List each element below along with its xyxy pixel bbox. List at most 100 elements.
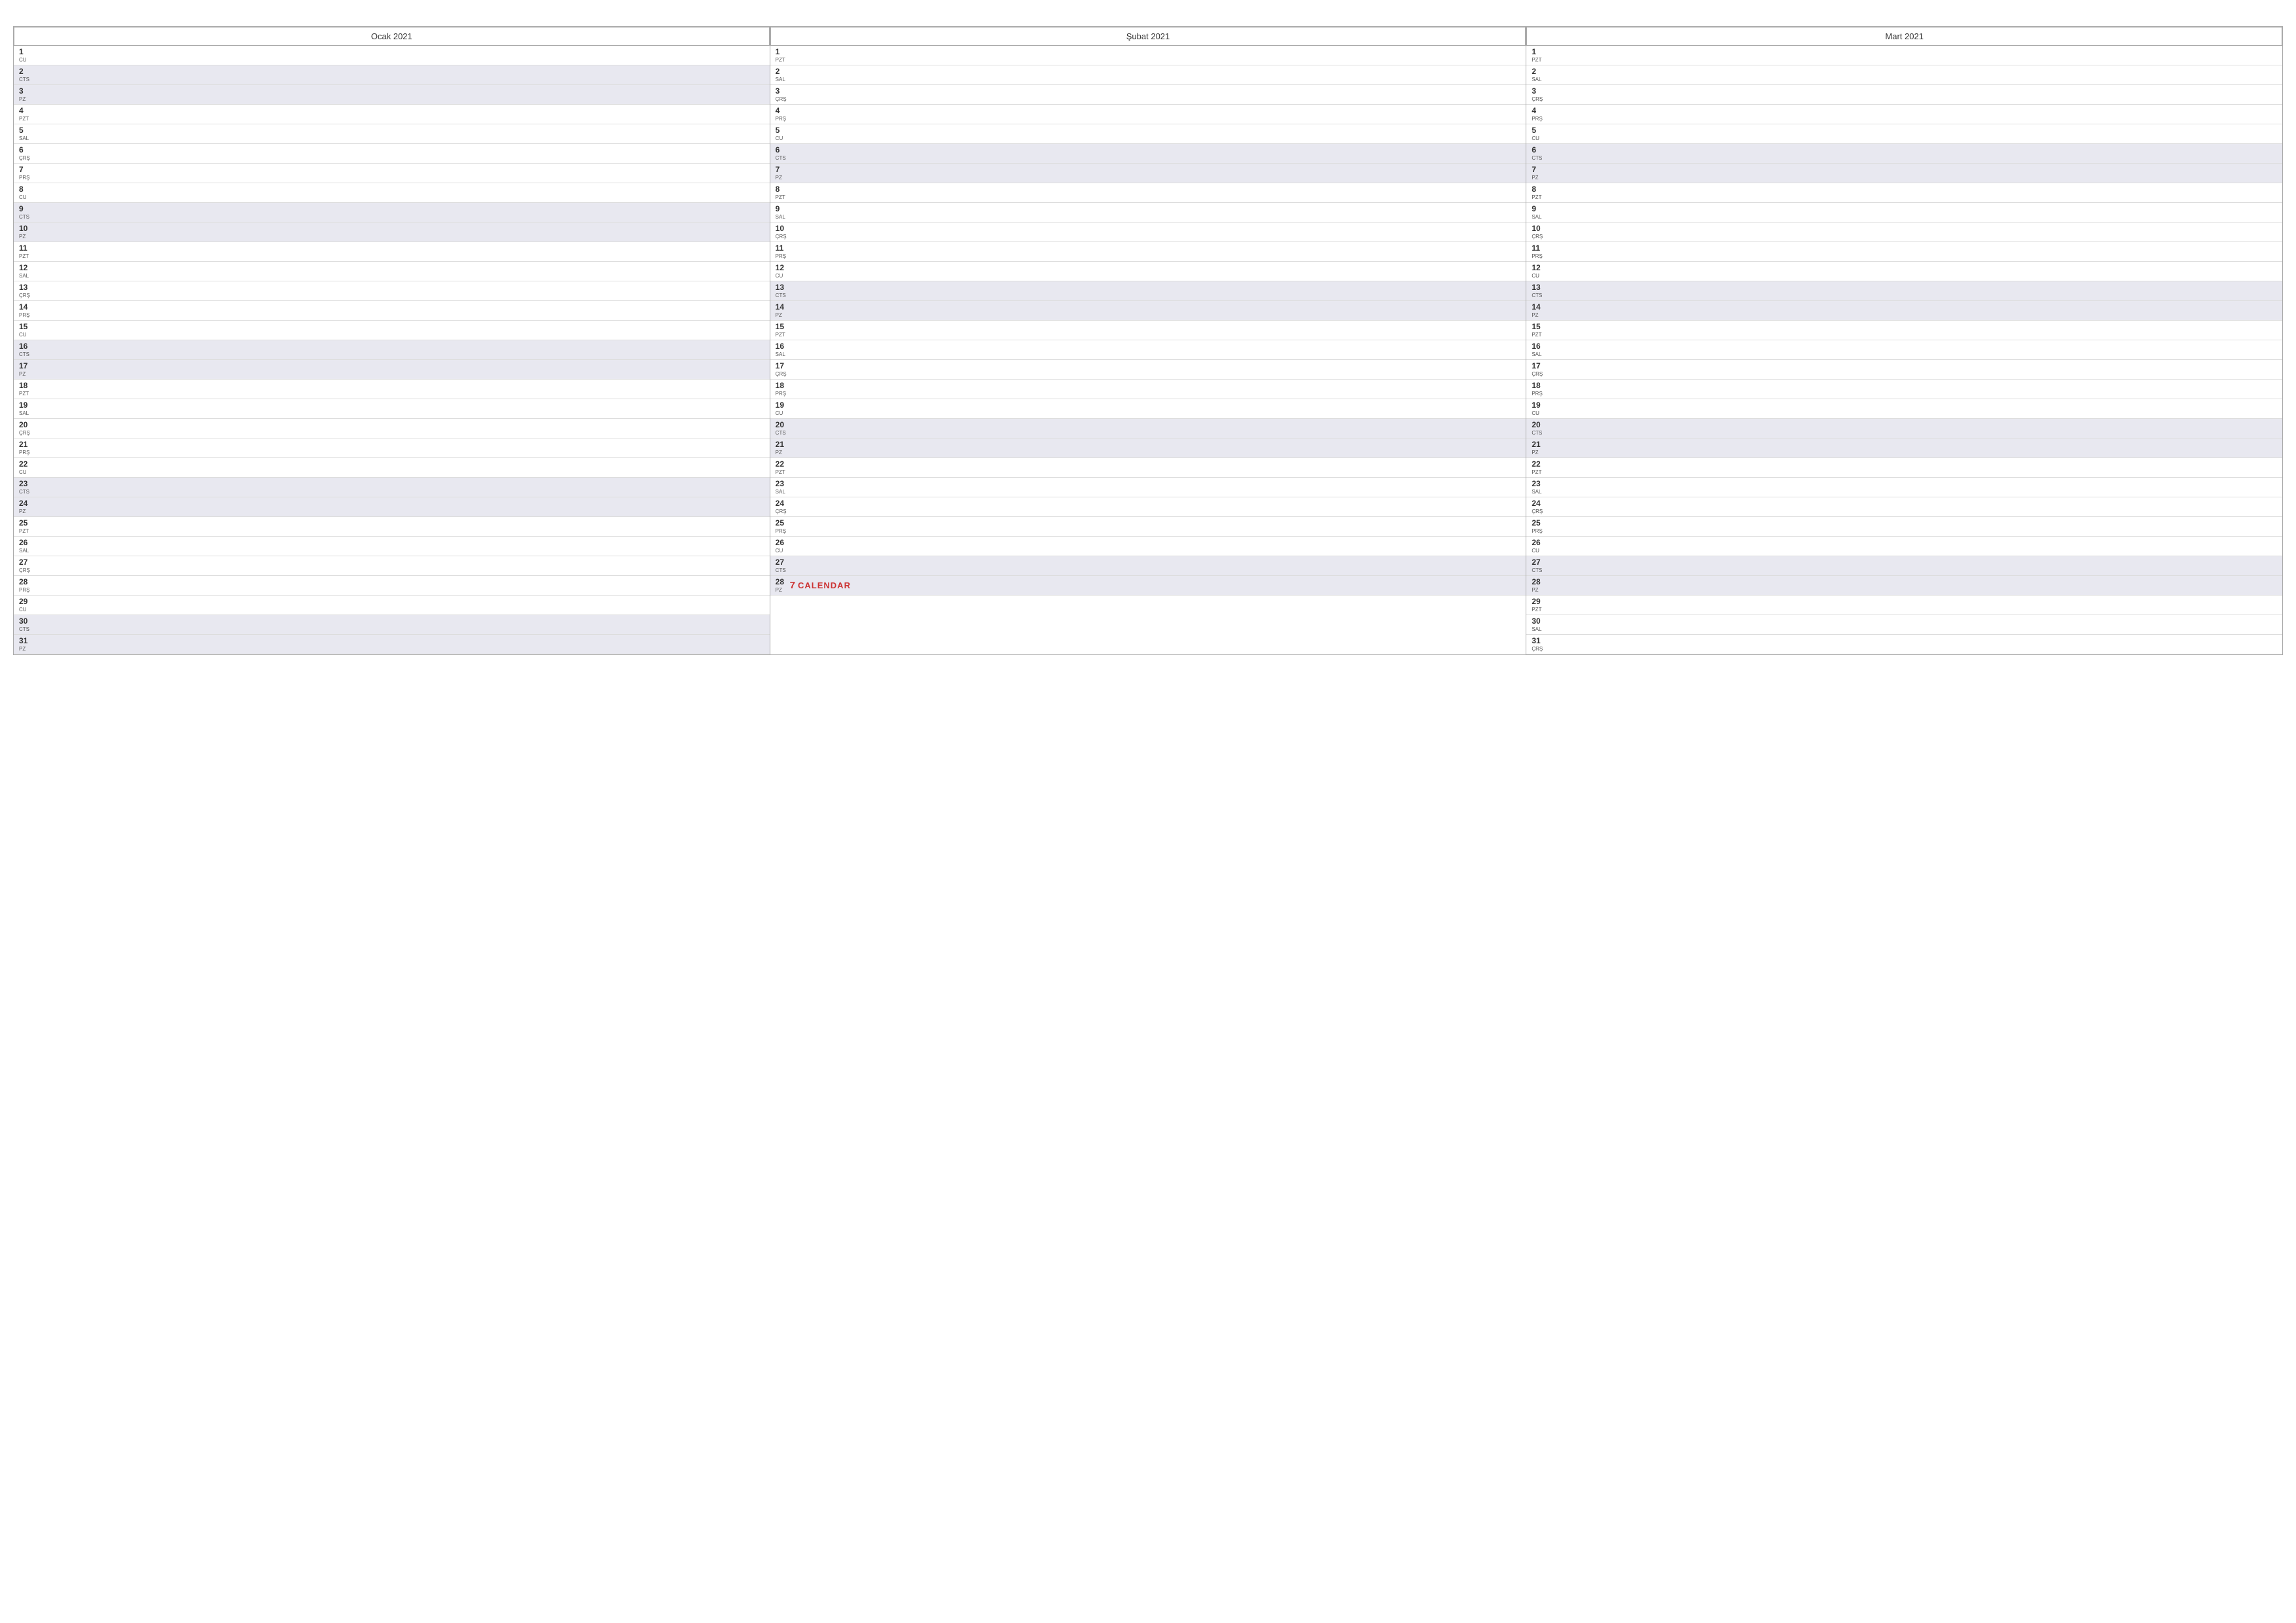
day-number: 3 <box>776 86 790 96</box>
day-name: ÇRŞ <box>1532 96 1546 103</box>
day-info: 27ÇRŞ <box>19 558 33 574</box>
day-row: 5CU <box>770 124 1526 144</box>
day-row: 25PRŞ <box>1526 517 2282 537</box>
day-name: PRŞ <box>19 450 33 456</box>
day-name: PZT <box>776 57 790 63</box>
month-col-1: Şubat 20211PZT2SAL3ÇRŞ4PRŞ5CU6CTS7PZ8PZT… <box>770 27 1527 654</box>
day-info: 21PZ <box>1532 440 1546 456</box>
day-number: 8 <box>776 185 790 194</box>
day-row: 6ÇRŞ <box>14 144 770 164</box>
day-info: 7PZ <box>776 165 790 181</box>
day-row: 11PRŞ <box>770 242 1526 262</box>
day-info: 21PRŞ <box>19 440 33 456</box>
day-number: 12 <box>776 263 790 272</box>
day-row: 18PZT <box>14 380 770 399</box>
day-row: 25PRŞ <box>770 517 1526 537</box>
day-row: 24PZ <box>14 497 770 517</box>
day-info: 11PZT <box>19 243 33 260</box>
day-info: 20CTS <box>776 420 790 437</box>
day-row: 18PRŞ <box>770 380 1526 399</box>
day-info: 9CTS <box>19 204 33 221</box>
day-number: 16 <box>776 342 790 351</box>
day-row: 26SAL <box>14 537 770 556</box>
day-info: 8PZT <box>1532 185 1546 201</box>
day-info: 22PZT <box>776 459 790 476</box>
day-name: PZ <box>1532 587 1546 594</box>
day-name: PRŞ <box>19 587 33 594</box>
day-row: 23SAL <box>770 478 1526 497</box>
day-info: 8CU <box>19 185 33 201</box>
day-number: 31 <box>1532 636 1546 645</box>
day-number: 23 <box>776 479 790 488</box>
day-row: 3ÇRŞ <box>770 85 1526 105</box>
day-name: CTS <box>19 489 33 495</box>
day-info: 10ÇRŞ <box>1532 224 1546 240</box>
day-row: 23CTS <box>14 478 770 497</box>
day-row: 24ÇRŞ <box>770 497 1526 517</box>
day-row: 10PZ <box>14 223 770 242</box>
day-info: 26SAL <box>19 538 33 554</box>
day-row: 15CU <box>14 321 770 340</box>
day-number: 26 <box>19 538 33 547</box>
day-info: 15PZT <box>776 322 790 338</box>
day-number: 6 <box>776 145 790 154</box>
day-info: 18PZT <box>19 381 33 397</box>
day-info: 30SAL <box>1532 616 1546 633</box>
day-name: PZ <box>19 234 33 240</box>
day-number: 11 <box>19 243 33 253</box>
day-name: PZT <box>1532 469 1546 476</box>
day-number: 12 <box>1532 263 1546 272</box>
day-name: SAL <box>1532 626 1546 633</box>
day-number: 26 <box>1532 538 1546 547</box>
day-name: PZT <box>1532 57 1546 63</box>
day-name: PZT <box>776 469 790 476</box>
day-number: 13 <box>19 283 33 292</box>
day-info: 9SAL <box>776 204 790 221</box>
day-info: 27CTS <box>776 558 790 574</box>
day-number: 14 <box>776 302 790 312</box>
day-name: CTS <box>776 430 790 437</box>
day-number: 28 <box>19 577 33 586</box>
day-row: 1CU <box>14 46 770 65</box>
day-name: CU <box>776 273 790 279</box>
day-row: 5SAL <box>14 124 770 144</box>
day-number: 18 <box>19 381 33 390</box>
day-row: 17ÇRŞ <box>770 360 1526 380</box>
day-row: 12CU <box>770 262 1526 281</box>
day-info: 10PZ <box>19 224 33 240</box>
day-name: CU <box>1532 135 1546 142</box>
day-info: 11PRŞ <box>776 243 790 260</box>
month-header-1: Şubat 2021 <box>770 27 1526 46</box>
day-number: 12 <box>19 263 33 272</box>
day-info: 19SAL <box>19 401 33 417</box>
day-name: PRŞ <box>1532 528 1546 535</box>
day-name: SAL <box>19 410 33 417</box>
day-row: 3PZ <box>14 85 770 105</box>
day-row: 16CTS <box>14 340 770 360</box>
day-number: 7 <box>19 165 33 174</box>
day-name: PZ <box>776 587 790 594</box>
day-info: 16CTS <box>19 342 33 358</box>
day-info: 6CTS <box>776 145 790 162</box>
day-name: PZT <box>776 194 790 201</box>
day-info: 6ÇRŞ <box>19 145 33 162</box>
day-number: 15 <box>1532 322 1546 331</box>
day-name: PZT <box>1532 607 1546 613</box>
day-name: PZT <box>1532 194 1546 201</box>
day-number: 23 <box>19 479 33 488</box>
day-name: SAL <box>1532 77 1546 83</box>
day-name: CU <box>776 548 790 554</box>
day-name: PRŞ <box>776 116 790 122</box>
day-info: 24ÇRŞ <box>1532 499 1546 515</box>
day-info: 1PZT <box>1532 47 1546 63</box>
day-row: 4PRŞ <box>1526 105 2282 124</box>
day-row: 7PZ <box>770 164 1526 183</box>
day-info: 26CU <box>1532 538 1546 554</box>
day-name: PZT <box>19 391 33 397</box>
day-row: 11PZT <box>14 242 770 262</box>
day-info: 1PZT <box>776 47 790 63</box>
day-row: 26CU <box>770 537 1526 556</box>
day-name: PZ <box>776 312 790 319</box>
day-info: 16SAL <box>776 342 790 358</box>
day-info: 23SAL <box>776 479 790 495</box>
